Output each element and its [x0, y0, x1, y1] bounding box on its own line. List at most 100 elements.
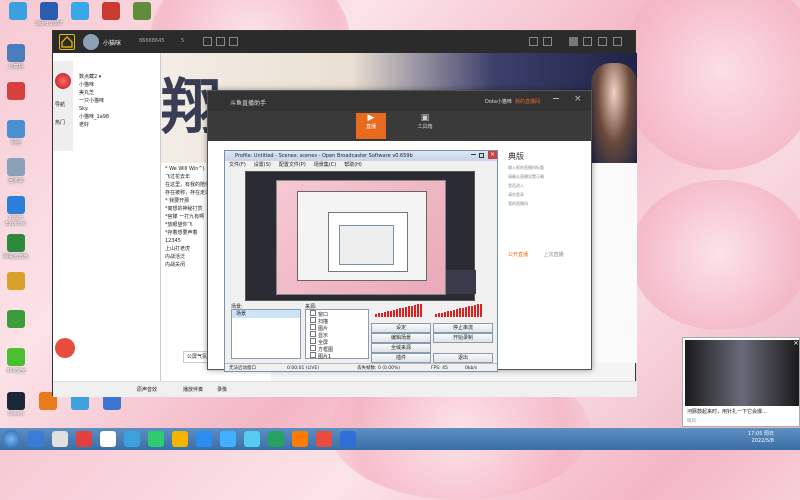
desktop-icon[interactable] [2, 272, 30, 291]
channel-list: 数点藏2 ▾ 小猫咪 美丸芝 一只小猫咪 Sky. 小猫咪_1a98 老好 [75, 73, 159, 129]
channel-item[interactable]: 老好 [75, 121, 159, 129]
channel-item[interactable]: 小猫咪_1a98 [75, 113, 159, 121]
close-icon[interactable]: × [574, 94, 582, 104]
tab-toolbox[interactable]: ▣ 工具箱 [410, 113, 440, 139]
status-time: 0:00:01 (LIVE) [287, 366, 320, 371]
taskbar-app-icon[interactable] [100, 431, 116, 447]
desktop-icon[interactable] [66, 2, 94, 21]
desktop-icon[interactable] [97, 2, 125, 21]
channel-item[interactable]: 一只小猫咪 [75, 97, 159, 105]
desktop-icon[interactable] [2, 310, 30, 329]
taskbar-app-icon[interactable] [220, 431, 236, 447]
taskbar-app-icon[interactable] [124, 431, 140, 447]
footer-accompaniment[interactable]: 播放伴奏 [183, 386, 203, 393]
shirt-icon[interactable] [613, 37, 622, 46]
home-icon[interactable] [59, 34, 75, 50]
window-icon[interactable] [543, 37, 552, 46]
desktop-icon[interactable] [2, 82, 30, 101]
checkbox-icon[interactable] [310, 310, 316, 316]
checkbox-icon[interactable] [310, 352, 316, 358]
source-item[interactable]: 方框图 [306, 345, 368, 352]
tab-live[interactable]: ▶ 直播 [356, 113, 386, 139]
channel-item[interactable]: 小猫咪 [75, 81, 159, 89]
nav-item-guide[interactable]: 导航 [55, 101, 65, 108]
settings-icon[interactable] [203, 37, 212, 46]
character-portrait [591, 63, 637, 163]
source-item[interactable]: 扫描 [306, 317, 368, 324]
home-nav-icon[interactable] [569, 37, 578, 46]
dialog-account-link[interactable]: 我的直播间 [515, 98, 540, 105]
mic-volume-meter[interactable] [375, 303, 423, 317]
grid-icon[interactable] [529, 37, 538, 46]
channel-item[interactable]: Sky. [75, 105, 159, 113]
minimize-icon[interactable] [553, 98, 559, 99]
dialog-account[interactable]: Dota小猫咪 [485, 98, 512, 105]
desktop-icon[interactable]: Intern Explorer [2, 196, 30, 227]
vu-bar [462, 307, 464, 317]
source-item[interactable]: 图片 [306, 324, 368, 331]
taskbar-app-icon[interactable] [268, 431, 284, 447]
source-item[interactable]: 显示 [306, 331, 368, 338]
channel-item[interactable]: 数点藏2 ▾ [75, 73, 159, 81]
more-icon[interactable] [229, 37, 238, 46]
close-icon[interactable]: × [793, 339, 799, 347]
obs-menu-item[interactable]: 文件(F) [229, 162, 246, 168]
desktop-icon-label: 360安全 [6, 368, 26, 374]
taskbar-app-icon[interactable] [316, 431, 332, 447]
plugins-button[interactable]: 插件 [371, 353, 431, 363]
scene-item[interactable]: 场景 [232, 310, 300, 318]
checkbox-icon[interactable] [310, 345, 316, 351]
desktop-icon[interactable]: 计算机 [2, 44, 30, 70]
taskbar-app-icon[interactable] [52, 431, 68, 447]
start-button-icon[interactable] [2, 430, 20, 448]
desktop-icon[interactable]: 360安全 [2, 348, 30, 374]
obs-menu-item[interactable]: 场景集(C) [314, 162, 336, 168]
scenes-list[interactable]: 场景 [231, 309, 301, 359]
desktop-icon[interactable]: 网络 [2, 120, 30, 146]
sources-list[interactable]: 窗口 扫描 图片 显示 全屏 方框图 图片1 [305, 309, 369, 359]
source-item[interactable]: 全屏 [306, 338, 368, 345]
taskbar-app-icon[interactable] [148, 431, 164, 447]
obs-menu-item[interactable]: 配置文件(P) [279, 162, 306, 168]
taskbar-clock[interactable]: 17:05 周日 2022/5/8 [748, 431, 774, 445]
obs-menu-item[interactable]: 设置(S) [254, 162, 271, 168]
stop-streaming-button[interactable]: 停止串流 [433, 323, 493, 333]
desktop-icon[interactable] [128, 2, 156, 21]
channel-item[interactable]: 美丸芝 [75, 89, 159, 97]
taskbar-app-icon[interactable] [28, 431, 44, 447]
heart-icon[interactable] [55, 338, 75, 358]
desktop-icon[interactable]: Word 2007 [35, 2, 63, 27]
edit-scene-button[interactable]: 编辑场景 [371, 333, 431, 343]
checkbox-icon[interactable] [310, 317, 316, 323]
desktop-icon[interactable]: 回收站 [2, 158, 30, 184]
obs-menu-item[interactable]: 帮助(H) [344, 162, 362, 168]
taskbar-app-icon[interactable] [244, 431, 260, 447]
checkbox-icon[interactable] [310, 338, 316, 344]
checkbox-icon[interactable] [310, 324, 316, 330]
taskbar-app-icon[interactable] [76, 431, 92, 447]
broadcast-icon[interactable] [583, 37, 592, 46]
desktop-icon[interactable] [4, 2, 32, 21]
start-recording-button[interactable]: 开始录制 [433, 333, 493, 343]
desktop-icon[interactable]: 网易云音乐 [2, 234, 30, 260]
desktop-volume-meter[interactable] [435, 303, 483, 317]
taskbar-app-icon[interactable] [172, 431, 188, 447]
desktop-icon[interactable]: Steam [2, 392, 30, 417]
checkbox-icon[interactable] [310, 331, 316, 337]
footer-sound-effects[interactable]: 原声音效 [137, 386, 157, 393]
gamepad-icon[interactable] [598, 37, 607, 46]
exit-button[interactable]: 退出 [433, 353, 493, 363]
avatar[interactable] [83, 34, 99, 50]
source-item[interactable]: 窗口 [306, 310, 368, 317]
taskbar-app-icon[interactable] [292, 431, 308, 447]
app-title: 小猫咪 [103, 40, 122, 47]
notification-popup[interactable]: × 河豚鼓起来时，用针扎一下它会爆... 随风 [682, 337, 800, 427]
footer-record[interactable]: 录像 [217, 386, 227, 393]
global-sources-button[interactable]: 全域来源 [371, 343, 431, 353]
nav-item-hot[interactable]: 热门 [55, 119, 65, 126]
source-item[interactable]: 图片1 [306, 352, 368, 359]
settings-button[interactable]: 设定 [371, 323, 431, 333]
share-icon[interactable] [216, 37, 225, 46]
taskbar-app-icon[interactable] [340, 431, 356, 447]
taskbar-app-icon[interactable] [196, 431, 212, 447]
